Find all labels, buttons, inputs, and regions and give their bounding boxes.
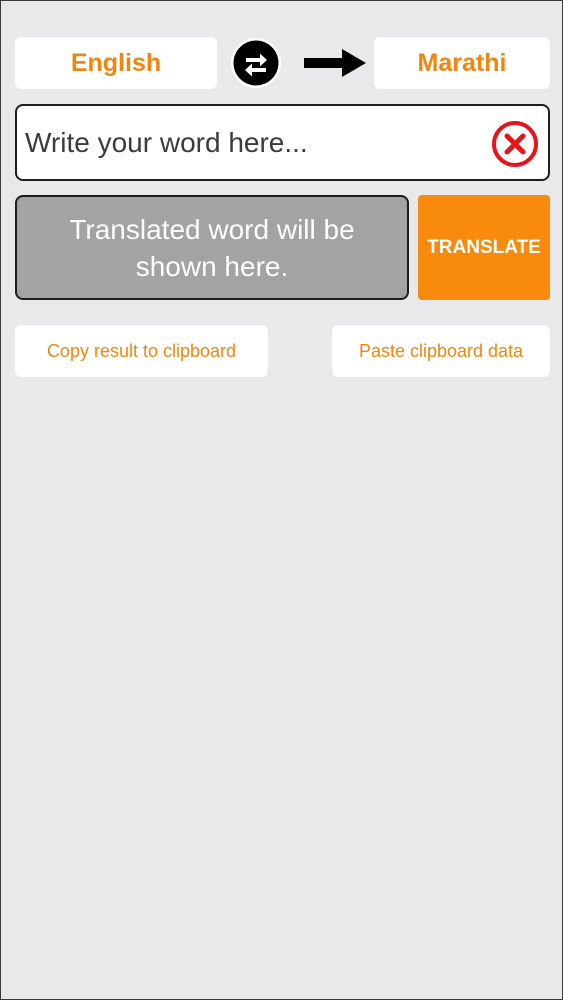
- result-placeholder-text: Translated word will be shown here.: [69, 213, 355, 282]
- translate-button[interactable]: TRANSLATE: [418, 195, 550, 300]
- translation-result-box: Translated word will be shown here.: [15, 195, 409, 300]
- paste-clipboard-button[interactable]: Paste clipboard data: [332, 325, 550, 377]
- word-input-container: [15, 104, 550, 181]
- swap-languages-button[interactable]: [230, 37, 282, 89]
- target-language-label: Marathi: [417, 48, 507, 77]
- clear-input-button[interactable]: [490, 119, 540, 169]
- right-arrow-icon: [304, 49, 366, 77]
- source-language-button[interactable]: English: [15, 37, 217, 89]
- copy-result-button[interactable]: Copy result to clipboard: [15, 325, 268, 377]
- paste-clipboard-label: Paste clipboard data: [358, 340, 524, 361]
- swap-arrows-icon: [231, 38, 281, 88]
- translate-button-label: TRANSLATE: [427, 236, 541, 258]
- source-language-label: English: [70, 48, 162, 77]
- target-language-button[interactable]: Marathi: [374, 37, 550, 89]
- clear-circle-x-icon: [492, 121, 538, 167]
- word-input[interactable]: [25, 106, 485, 179]
- copy-result-label: Copy result to clipboard: [46, 340, 237, 361]
